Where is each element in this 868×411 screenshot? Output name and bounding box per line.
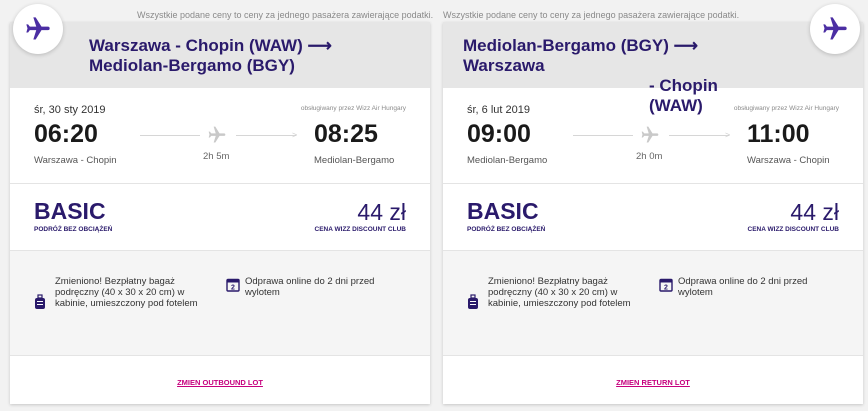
plane-icon <box>640 125 660 150</box>
cabin-bag-info: Zmieniono! Bezpłatny bagaż podręczny (40… <box>55 276 198 309</box>
route-line <box>573 135 633 136</box>
return-plane-badge <box>810 4 860 54</box>
card-header: Mediolan-Bergamo (BGY) ⟶ Warszawa - Chop… <box>443 22 863 115</box>
price-disclaimer-return: Wszystkie podane ceny to ceny za jednego… <box>443 10 740 20</box>
price-subtitle: CENA WIZZ DISCOUNT CLUB <box>747 226 839 233</box>
operator-note: obsługiwany przez Wizz Air Hungary <box>300 105 406 112</box>
fare-summary: BASIC PODRÓŻ BEZ OBCIĄŻEŃ 44 zł CENA WIZ… <box>10 184 430 251</box>
plane-icon <box>26 17 50 40</box>
arrow-right-icon: > <box>725 130 731 140</box>
fare-name: BASIC <box>467 198 539 224</box>
arrow-right-icon: > <box>292 130 298 140</box>
operator-note: obsługiwany przez Wizz Air Hungary <box>733 105 839 112</box>
change-flight-area: ZMIEN OUTBOUND LOT <box>10 356 430 404</box>
flight-details: śr, 6 lut 2019 obsługiwany przez Wizz Ai… <box>443 88 863 184</box>
outbound-plane-badge <box>13 4 63 54</box>
card-header: Warszawa - Chopin (WAW) ⟶ Mediolan-Berga… <box>10 22 430 88</box>
flight-details: śr, 30 sty 2019 obsługiwany przez Wizz A… <box>10 88 430 184</box>
route-line <box>236 135 296 136</box>
change-flight-area: ZMIEN RETURN LOT <box>443 356 863 404</box>
return-flight-card: Mediolan-Bergamo (BGY) ⟶ Warszawa - Chop… <box>443 22 863 404</box>
fare-extras: Zmieniono! Bezpłatny bagaż podręczny (40… <box>10 251 430 356</box>
fare-price: 44 zł <box>357 199 406 225</box>
calendar-icon: 2 <box>659 277 673 297</box>
departure-city: Mediolan-Bergamo <box>467 155 548 166</box>
price-disclaimer-outbound: Wszystkie podane ceny to ceny za jednego… <box>137 10 434 20</box>
svg-text:2: 2 <box>664 285 668 292</box>
change-outbound-link[interactable]: ZMIEN OUTBOUND LOT <box>10 378 430 387</box>
cabin-bag-info: Zmieniono! Bezpłatny bagaż podręczny (40… <box>488 276 631 309</box>
route-title: Warszawa - Chopin (WAW) ⟶ Mediolan-Berga… <box>89 36 332 75</box>
checkin-info: Odprawa online do 2 dni przed wylotem <box>678 276 808 298</box>
fare-extras: Zmieniono! Bezpłatny bagaż podręczny (40… <box>443 251 863 356</box>
cabin-bag-icon <box>34 294 46 315</box>
route-line <box>669 135 729 136</box>
plane-icon <box>207 125 227 150</box>
arrival-city: Warszawa - Chopin <box>747 155 830 166</box>
departure-time: 06:20 <box>34 120 98 148</box>
fare-subtitle: PODRÓŻ BEZ OBCIĄŻEŃ <box>467 226 546 233</box>
fare-price: 44 zł <box>790 199 839 225</box>
flight-duration: 2h 0m <box>636 151 663 162</box>
checkin-info: Odprawa online do 2 dni przed wylotem <box>245 276 375 298</box>
flight-date: śr, 6 lut 2019 <box>467 104 530 116</box>
fare-subtitle: PODRÓŻ BEZ OBCIĄŻEŃ <box>34 226 113 233</box>
svg-text:2: 2 <box>231 285 235 292</box>
departure-time: 09:00 <box>467 120 531 148</box>
arrival-city: Mediolan-Bergamo <box>314 155 395 166</box>
plane-icon <box>823 17 847 40</box>
cabin-bag-icon <box>467 294 479 315</box>
flight-date: śr, 30 sty 2019 <box>34 104 106 116</box>
departure-city: Warszawa - Chopin <box>34 155 117 166</box>
arrival-time: 11:00 <box>747 120 810 148</box>
calendar-icon: 2 <box>226 277 240 297</box>
flight-duration: 2h 5m <box>203 151 230 162</box>
route-line <box>140 135 200 136</box>
outbound-flight-card: Warszawa - Chopin (WAW) ⟶ Mediolan-Berga… <box>10 22 430 404</box>
arrival-time: 08:25 <box>314 120 378 148</box>
fare-name: BASIC <box>34 198 106 224</box>
price-subtitle: CENA WIZZ DISCOUNT CLUB <box>314 226 406 233</box>
change-return-link[interactable]: ZMIEN RETURN LOT <box>443 378 863 387</box>
fare-summary: BASIC PODRÓŻ BEZ OBCIĄŻEŃ 44 zł CENA WIZ… <box>443 184 863 251</box>
